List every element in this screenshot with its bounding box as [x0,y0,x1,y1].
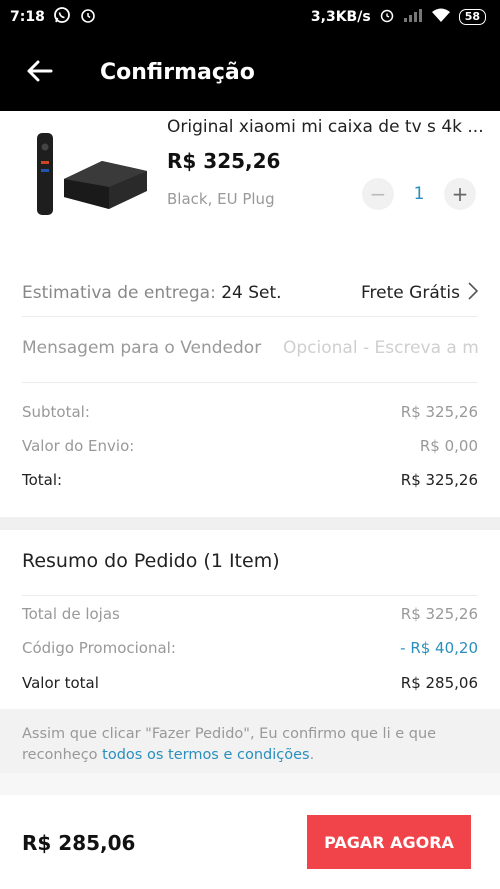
product-image[interactable] [32,131,152,231]
checkout-bar: R$ 285,06 PAGAR AGORA [0,795,500,889]
delivery-date: 24 Set. [221,283,282,303]
seller-message-label: Mensagem para o Vendedor [22,338,262,358]
section-separator [0,517,500,530]
plus-icon: + [451,182,469,206]
promo-code-value: - R$ 40,20 [400,639,478,657]
decrease-quantity-button[interactable]: − [362,178,394,210]
signal-icon [403,8,423,26]
shipping-cost-value: R$ 0,00 [419,437,478,455]
shipping-cost-label: Valor do Envio: [22,437,135,455]
stores-total-row: Total de lojas R$ 325,26 [22,603,478,625]
stores-total-value: R$ 325,26 [400,605,478,623]
section-separator [0,773,500,795]
network-speed: 3,3KB/s [310,9,371,25]
delivery-row: Estimativa de entrega: 24 Set. Frete Grá… [22,276,479,310]
terms-end: . [309,747,315,763]
minus-icon: − [369,182,387,206]
battery-indicator: 58 [458,9,486,25]
clock: 7:18 [10,9,45,25]
page-title: Confirmação [100,60,255,85]
whatsapp-icon [53,6,71,28]
arrow-left-icon [27,60,53,86]
order-summary-title: Resumo do Pedido (1 Item) [22,550,280,572]
product-variant: Black, EU Plug [167,190,275,208]
terms-notice: Assim que clicar "Fazer Pedido", Eu conf… [0,709,500,773]
alarm-icon [379,7,395,27]
subtotal-label: Subtotal: [22,403,90,421]
pay-now-button[interactable]: PAGAR AGORA [307,815,471,869]
delivery-label: Estimativa de entrega: [22,283,216,303]
divider [22,382,478,383]
stores-total-label: Total de lojas [22,605,120,623]
subtotal-value: R$ 325,26 [400,403,478,421]
shipping-cost-row: Valor do Envio: R$ 0,00 [22,435,478,457]
seller-message-input[interactable] [283,338,478,358]
app-bar: Confirmação [0,34,500,111]
chevron-right-icon [468,281,479,305]
alarm-clock-icon [79,6,97,28]
terms-link[interactable]: todos os termos e condições [102,747,309,763]
total-value: R$ 325,26 [400,471,478,489]
product-card: Original xiaomi mi caixa de tv s 4k ... … [0,111,500,241]
back-button[interactable] [20,53,60,93]
grand-total-label: Valor total [22,674,99,692]
product-title[interactable]: Original xiaomi mi caixa de tv s 4k ... [167,117,487,137]
quantity-value[interactable]: 1 [394,184,444,204]
seller-message-row: Mensagem para o Vendedor [22,331,478,365]
total-row: Total: R$ 325,26 [22,469,478,491]
subtotal-row: Subtotal: R$ 325,26 [22,401,478,423]
product-price: R$ 325,26 [167,149,281,173]
total-label: Total: [22,471,63,489]
grand-total-row: Valor total R$ 285,06 [22,672,478,694]
delivery-estimate: Estimativa de entrega: 24 Set. [22,283,282,303]
shipping-option[interactable]: Frete Grátis [361,281,479,305]
promo-code-label: Código Promocional: [22,639,176,657]
divider [22,595,478,596]
status-bar: 7:18 3,3KB/s 58 [0,0,500,34]
increase-quantity-button[interactable]: + [444,178,476,210]
divider [22,316,478,317]
promo-code-row: Código Promocional: - R$ 40,20 [22,637,478,659]
grand-total-value: R$ 285,06 [400,674,478,692]
shipping-label: Frete Grátis [361,283,460,303]
quantity-stepper: − 1 + [362,178,476,210]
wifi-icon [431,8,451,27]
checkout-total: R$ 285,06 [22,831,136,855]
